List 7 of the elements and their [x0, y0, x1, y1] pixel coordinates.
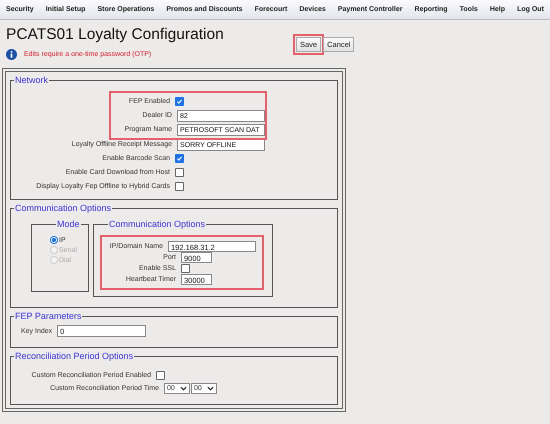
section-legend: Mode — [56, 219, 81, 229]
page-title: PCATS01 Loyalty Configuration — [6, 26, 225, 44]
section-legend: Network — [14, 75, 50, 85]
section-legend: Reconciliation Period Options — [14, 351, 134, 361]
section-legend: FEP Parameters — [14, 311, 82, 321]
section-legend: Communication Options — [14, 203, 112, 213]
section-legend: Communication Options — [108, 219, 206, 229]
